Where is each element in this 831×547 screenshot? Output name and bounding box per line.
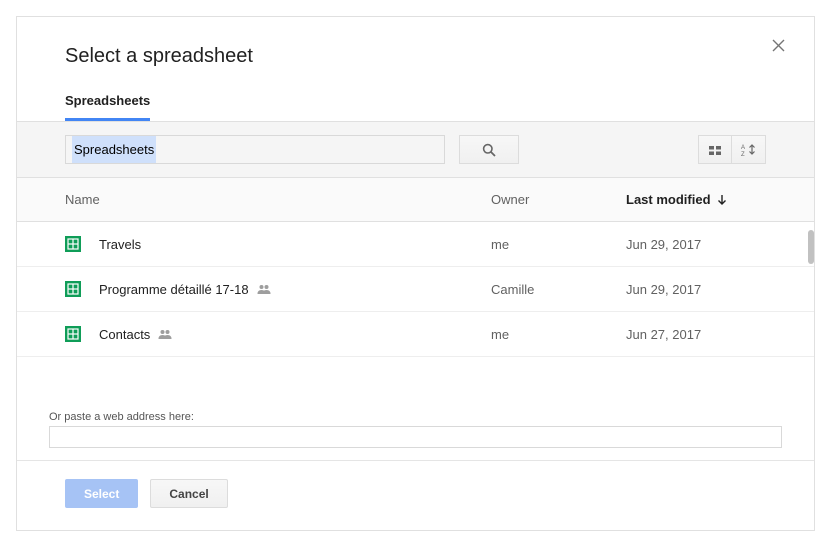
spreadsheet-icon	[65, 236, 81, 252]
shared-icon	[257, 284, 271, 294]
file-modified: Jun 29, 2017	[626, 282, 766, 297]
search-input[interactable]	[65, 135, 445, 164]
file-row[interactable]: Programme détaillé 17-18 CamilleJun 29, 2…	[17, 267, 814, 312]
file-list: TravelsmeJun 29, 2017Programme détaillé …	[17, 222, 814, 405]
file-name: Programme détaillé 17-18	[99, 282, 249, 297]
column-header-modified[interactable]: Last modified	[626, 192, 766, 207]
scrollbar-thumb[interactable]	[808, 230, 814, 264]
view-controls: AZ	[698, 135, 766, 164]
close-icon[interactable]	[772, 39, 792, 59]
svg-text:Z: Z	[741, 152, 745, 157]
arrow-down-icon	[717, 194, 727, 206]
file-owner: me	[491, 237, 626, 252]
search-icon	[482, 143, 496, 157]
spreadsheet-icon	[65, 326, 81, 342]
cancel-button[interactable]: Cancel	[150, 479, 227, 508]
file-owner: me	[491, 327, 626, 342]
shared-icon	[158, 329, 172, 339]
paste-section: Or paste a web address here:	[17, 405, 814, 448]
sort-az-icon: AZ	[741, 143, 757, 157]
toolbar: AZ	[17, 121, 814, 178]
file-owner: Camille	[491, 282, 626, 297]
spreadsheet-icon	[65, 281, 81, 297]
file-name-cell: Travels	[99, 237, 491, 252]
file-name: Travels	[99, 237, 141, 252]
search-button[interactable]	[459, 135, 519, 164]
tabs-bar: Spreadsheets	[17, 68, 814, 121]
paste-label: Or paste a web address here:	[49, 411, 782, 423]
dialog-title: Select a spreadsheet	[65, 45, 774, 68]
file-name: Contacts	[99, 327, 150, 342]
dialog-header: Select a spreadsheet	[17, 17, 814, 68]
tab-spreadsheets[interactable]: Spreadsheets	[65, 93, 150, 121]
column-headers: Name Owner Last modified	[17, 178, 814, 222]
paste-url-input[interactable]	[49, 426, 782, 448]
select-button[interactable]: Select	[65, 479, 138, 508]
column-header-name[interactable]: Name	[65, 192, 491, 207]
column-header-owner[interactable]: Owner	[491, 192, 626, 207]
grid-icon	[708, 143, 722, 157]
file-modified: Jun 29, 2017	[626, 237, 766, 252]
column-header-modified-label: Last modified	[626, 192, 711, 207]
dialog-footer: Select Cancel	[17, 461, 814, 530]
file-name-cell: Contacts	[99, 327, 491, 342]
svg-text:A: A	[741, 145, 745, 151]
file-picker-dialog: Select a spreadsheet Spreadsheets AZ	[16, 16, 815, 531]
file-row[interactable]: Travels meJun 29, 2017	[17, 222, 814, 267]
file-name-cell: Programme détaillé 17-18	[99, 282, 491, 297]
sort-button[interactable]: AZ	[732, 135, 766, 164]
grid-view-button[interactable]	[698, 135, 732, 164]
file-modified: Jun 27, 2017	[626, 327, 766, 342]
file-row[interactable]: Contacts meJun 27, 2017	[17, 312, 814, 357]
